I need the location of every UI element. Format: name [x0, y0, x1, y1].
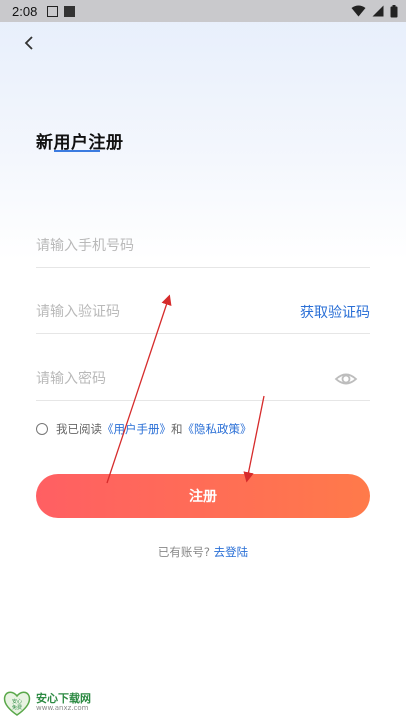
password-input[interactable]: [36, 357, 334, 400]
code-field: 获取验证码: [36, 290, 370, 334]
back-button[interactable]: [18, 32, 40, 54]
battery-icon: [390, 4, 398, 17]
agreement-prefix: 我已阅读: [56, 422, 102, 436]
agreement-radio[interactable]: [36, 423, 48, 435]
go-login-link[interactable]: 去登陆: [214, 545, 249, 559]
a-notification-icon: [47, 5, 59, 17]
svg-text:安心: 安心: [12, 698, 22, 705]
status-bar: 2:08: [0, 0, 406, 22]
agreement-and: 和: [171, 422, 183, 436]
agreement-row: 我已阅读 《用户手册》 和 《隐私政策》: [36, 421, 252, 437]
verification-code-input[interactable]: [36, 290, 300, 333]
user-manual-link[interactable]: 《用户手册》: [102, 421, 171, 437]
chevron-left-icon: [24, 36, 33, 50]
watermark: 安心 免费 安心下载网 www.anxz.com: [2, 688, 91, 718]
photo-notification-icon: [64, 5, 76, 17]
login-prompt-text: 已有账号?: [157, 545, 210, 559]
get-code-button[interactable]: 获取验证码: [300, 302, 370, 322]
eye-icon[interactable]: [334, 367, 358, 391]
phone-input[interactable]: [36, 224, 370, 267]
phone-field: [36, 224, 370, 268]
svg-text:免费: 免费: [12, 704, 22, 711]
login-prompt: 已有账号? 去登陆: [0, 544, 406, 560]
status-icons: [351, 4, 398, 18]
title-underline: [54, 150, 100, 152]
status-time: 2:08: [12, 3, 38, 19]
wifi-icon: [351, 5, 366, 17]
annotation-arrow: [243, 395, 265, 483]
password-field: [36, 357, 370, 401]
signal-icon: [372, 5, 384, 17]
privacy-policy-link[interactable]: 《隐私政策》: [183, 421, 252, 437]
watermark-text: 安心下载网 www.anxz.com: [36, 693, 91, 713]
watermark-url: www.anxz.com: [36, 704, 89, 713]
watermark-logo-icon: 安心 免费: [3, 691, 31, 716]
register-button[interactable]: 注册: [36, 474, 370, 518]
